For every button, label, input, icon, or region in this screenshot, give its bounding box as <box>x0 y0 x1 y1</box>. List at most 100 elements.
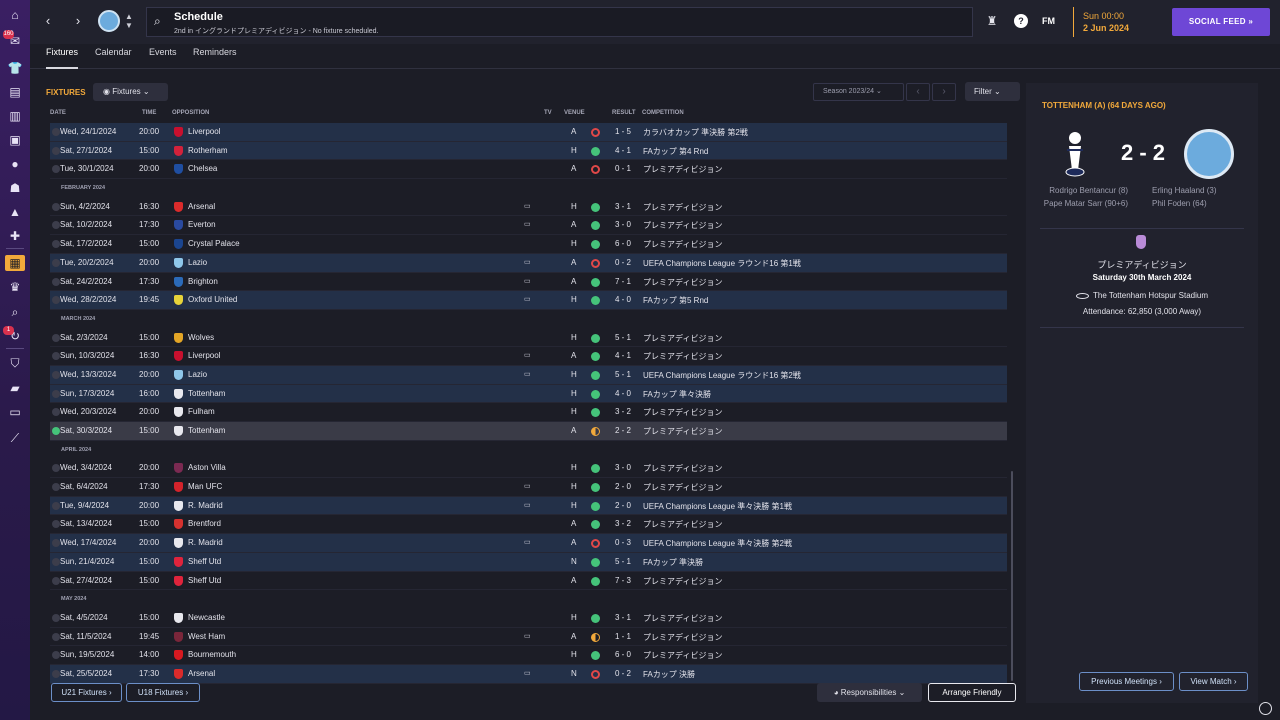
trophy-icon[interactable]: ♜ <box>985 14 999 28</box>
squad-icon[interactable]: 👕 <box>7 60 23 76</box>
settings-icon[interactable]: ⟋ <box>7 430 23 446</box>
fixture-opposition[interactable]: Liverpool <box>188 351 220 360</box>
fixture-opposition[interactable]: Newcastle <box>188 613 225 622</box>
fixture-row[interactable]: Sat, 27/4/2024 15:00 Sheff Utd A 7 - 3 プレミアディ… <box>50 572 1007 591</box>
fixture-row[interactable]: Wed, 28/2/2024 19:45 Oxford United ▭ H 4 - 0 F… <box>50 291 1007 310</box>
fixture-row[interactable]: Wed, 13/3/2024 20:00 Lazio ▭ H 5 - 1 UEFA Cham… <box>50 365 1007 385</box>
fixture-opposition[interactable]: Bournemouth <box>188 650 236 659</box>
fixture-row[interactable]: Sun, 21/4/2024 15:00 Sheff Utd N 5 - 1 FAカップ … <box>50 552 1007 572</box>
arrange-friendly-button[interactable]: Arrange Friendly <box>928 683 1016 702</box>
fixture-row[interactable]: Sat, 4/5/2024 15:00 Newcastle H 3 - 1 プレミアディビ… <box>50 609 1007 628</box>
responsibilities-button[interactable]: ◕ Responsibilities ⌄ <box>817 683 922 702</box>
tab-fixtures[interactable]: Fixtures <box>46 44 79 69</box>
fixture-opposition[interactable]: Everton <box>188 220 216 229</box>
col-result[interactable]: RESULT <box>612 110 636 116</box>
fixture-row[interactable]: Sat, 17/2/2024 15:00 Crystal Palace H 6 - 0 プ… <box>50 235 1007 254</box>
club-info-icon[interactable]: ⛉ <box>7 355 23 371</box>
title-bar[interactable]: ⌕ Schedule 2nd in イングランドプレミアディビジョン - No … <box>146 7 973 37</box>
fixture-opposition[interactable]: Fulham <box>188 407 215 416</box>
search-icon[interactable]: ⌕ <box>7 304 23 320</box>
fixture-row[interactable]: Wed, 3/4/2024 20:00 Aston Villa H 3 - 0 プレミアデ… <box>50 459 1007 479</box>
club-vision-icon[interactable]: ▰ <box>7 380 23 396</box>
data-hub-icon[interactable]: ▥ <box>7 108 23 124</box>
fm-logo[interactable]: FM <box>1042 16 1055 26</box>
fixture-opposition[interactable]: Brighton <box>188 277 218 286</box>
fixture-opposition[interactable]: Arsenal <box>188 202 215 211</box>
fixture-row[interactable]: Sat, 10/2/2024 17:30 Everton ▭ A 3 - 0 プレミアディビ… <box>50 216 1007 236</box>
col-opposition[interactable]: OPPOSITION <box>172 110 209 116</box>
fixture-row[interactable]: Sun, 4/2/2024 16:30 Arsenal ▭ H 3 - 1 プレミアディビジ… <box>50 198 1007 217</box>
fixture-opposition[interactable]: Lazio <box>188 258 207 267</box>
fixture-opposition[interactable]: Tottenham <box>188 389 225 398</box>
back-arrow-icon[interactable]: ‹ <box>40 13 56 29</box>
fixture-row[interactable]: Tue, 20/2/2024 20:00 Lazio ▭ A 0 - 2 UEFA Cham… <box>50 253 1007 273</box>
season-dropdown[interactable]: Season 2023/24 ⌄ <box>813 83 904 101</box>
fixture-opposition[interactable]: Rotherham <box>188 146 228 155</box>
fixture-row[interactable]: Sat, 2/3/2024 15:00 Wolves H 5 - 1 プレミアディビジョン <box>50 329 1007 348</box>
club-badge-icon[interactable] <box>98 10 120 32</box>
staff-icon[interactable]: ▣ <box>7 132 23 148</box>
fixture-opposition[interactable]: Arsenal <box>188 669 215 678</box>
col-time[interactable]: TIME <box>142 110 156 116</box>
transfers-icon[interactable]: ✚ <box>7 228 23 244</box>
social-feed-button[interactable]: SOCIAL FEED » <box>1172 8 1270 36</box>
fixture-opposition[interactable]: R. Madrid <box>188 538 223 547</box>
fixture-opposition[interactable]: Sheff Utd <box>188 557 221 566</box>
fixture-opposition[interactable]: Chelsea <box>188 164 217 173</box>
tab-calendar[interactable]: Calendar <box>95 44 132 69</box>
fixture-opposition[interactable]: Sheff Utd <box>188 576 221 585</box>
help-icon[interactable]: ? <box>1014 14 1028 28</box>
fixture-opposition[interactable]: Crystal Palace <box>188 239 240 248</box>
filter-button[interactable]: Filter ⌄ <box>965 82 1020 101</box>
fixture-opposition[interactable]: Oxford United <box>188 295 237 304</box>
competitions-icon[interactable]: ♛ <box>7 279 23 295</box>
fixture-opposition[interactable]: Aston Villa <box>188 463 226 472</box>
fixture-opposition[interactable]: West Ham <box>188 632 225 641</box>
view-dropdown[interactable]: ◉ Fixtures ⌄ <box>93 83 168 101</box>
col-venue[interactable]: VENUE <box>564 110 585 116</box>
report-icon[interactable]: ▭ <box>7 404 23 420</box>
fixture-opposition[interactable]: R. Madrid <box>188 501 223 510</box>
fixture-opposition[interactable]: Wolves <box>188 333 214 342</box>
home-icon[interactable]: ⌂ <box>7 7 23 23</box>
training-icon[interactable]: ● <box>7 156 23 172</box>
fixture-opposition[interactable]: Brentford <box>188 519 221 528</box>
club-switch-icon[interactable]: ▲ ▼ <box>125 12 133 30</box>
col-competition[interactable]: COMPETITION <box>642 110 684 116</box>
fixture-row[interactable]: Sat, 11/5/2024 19:45 West Ham ▭ A 1 - 1 プレミアディ… <box>50 628 1007 647</box>
fixture-row[interactable]: Sat, 25/5/2024 17:30 Arsenal ▭ N 0 - 2 FAカップ 決… <box>50 664 1007 684</box>
fixture-row[interactable]: Sat, 30/3/2024 15:00 Tottenham A 2 - 2 プレミアディ… <box>50 422 1007 441</box>
fixture-row[interactable]: Sat, 6/4/2024 17:30 Man UFC ▭ H 2 - 0 プレミアディビジ… <box>50 478 1007 497</box>
scrollbar[interactable] <box>1011 471 1013 681</box>
search-icon[interactable]: ⌕ <box>154 14 161 29</box>
chat-icon[interactable] <box>1259 702 1272 715</box>
fixture-row[interactable]: Sun, 17/3/2024 16:00 Tottenham H 4 - 0 FAカップ … <box>50 384 1007 404</box>
fixture-row[interactable]: Tue, 9/4/2024 20:00 R. Madrid ▭ H 2 - 0 UEFA C… <box>50 496 1007 516</box>
schedule-icon[interactable]: ▦ <box>5 255 25 271</box>
forward-arrow-icon[interactable]: › <box>70 13 86 29</box>
col-date[interactable]: DATE <box>50 110 66 116</box>
tab-reminders[interactable]: Reminders <box>193 44 237 69</box>
u21-fixtures-button[interactable]: U21 Fixtures › <box>51 683 122 702</box>
scouting-icon[interactable]: ▲ <box>7 204 23 220</box>
fixture-row[interactable]: Tue, 30/1/2024 20:00 Chelsea A 0 - 1 プレミアディビジ… <box>50 160 1007 180</box>
u18-fixtures-button[interactable]: U18 Fixtures › <box>126 683 200 702</box>
continue-date[interactable]: Sun 00:00 2 Jun 2024 <box>1073 7 1169 37</box>
fixture-row[interactable]: Sun, 19/5/2024 14:00 Bournemouth H 6 - 0 プレミア… <box>50 646 1007 665</box>
fixture-row[interactable]: Wed, 17/4/2024 20:00 R. Madrid ▭ A 0 - 3 UEFA … <box>50 534 1007 553</box>
fixture-row[interactable]: Sat, 27/1/2024 15:00 Rotherham H 4 - 1 FAカップ … <box>50 141 1007 161</box>
previous-meetings-button[interactable]: Previous Meetings › <box>1079 672 1174 691</box>
fixture-row[interactable]: Sat, 24/2/2024 17:30 Brighton ▭ A 7 - 1 プレミアディ… <box>50 273 1007 292</box>
fixture-opposition[interactable]: Tottenham <box>188 426 225 435</box>
fixture-row[interactable]: Sat, 13/4/2024 15:00 Brentford A 3 - 2 プレミアディ… <box>50 515 1007 535</box>
tab-events[interactable]: Events <box>149 44 177 69</box>
next-season-icon[interactable]: › <box>932 83 956 101</box>
fixture-opposition[interactable]: Liverpool <box>188 127 220 136</box>
prev-season-icon[interactable]: ‹ <box>906 83 930 101</box>
fixture-opposition[interactable]: Lazio <box>188 370 207 379</box>
fixture-opposition[interactable]: Man UFC <box>188 482 222 491</box>
view-match-button[interactable]: View Match › <box>1179 672 1248 691</box>
fixture-row[interactable]: Wed, 24/1/2024 20:00 Liverpool A 1 - 5 カラバオカッ… <box>50 123 1007 142</box>
col-tv[interactable]: TV <box>544 110 552 116</box>
fixture-row[interactable]: Wed, 20/3/2024 20:00 Fulham H 3 - 2 プレミアディビジョ… <box>50 403 1007 422</box>
